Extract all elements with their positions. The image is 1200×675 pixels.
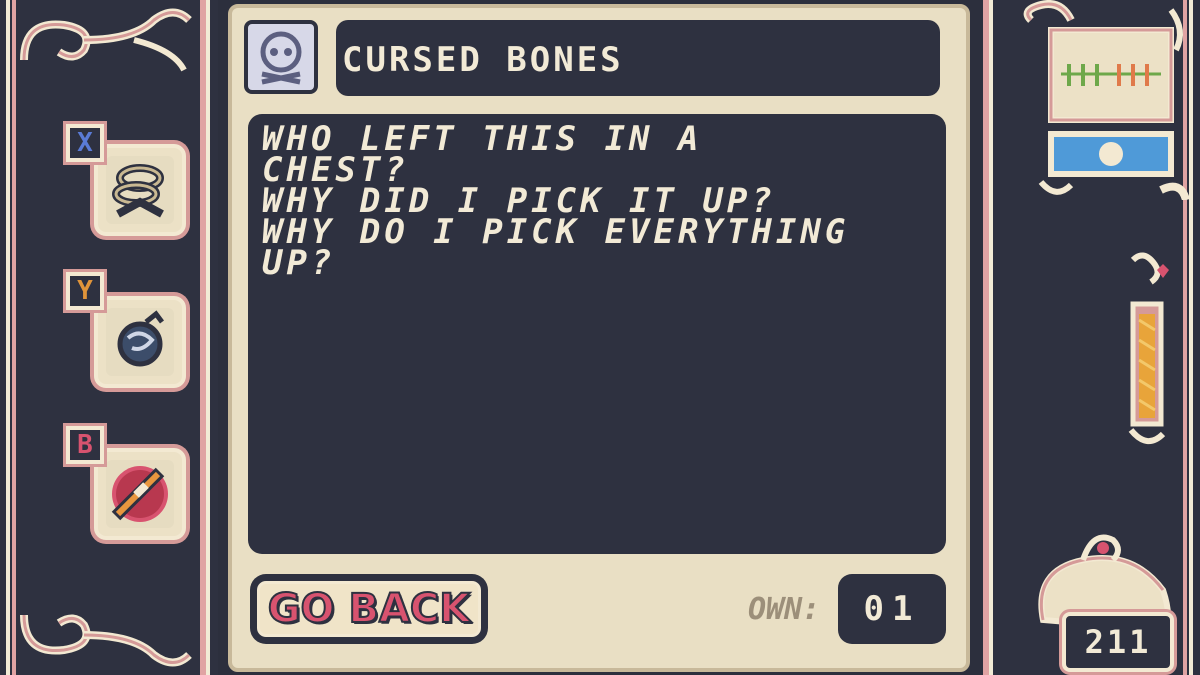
- item-icon-box: [244, 20, 318, 94]
- own-label: OWN:: [748, 592, 821, 627]
- slot-frame: [106, 156, 174, 224]
- slot-frame: [106, 460, 174, 528]
- bomb-icon: [117, 310, 164, 367]
- gold-amount: 211: [1084, 623, 1152, 661]
- item-slot-y[interactable]: [94, 296, 186, 388]
- key-x-badge: X: [66, 124, 104, 162]
- item-slot-b[interactable]: [94, 448, 186, 540]
- key-y-label: Y: [77, 276, 93, 306]
- swirl-ornament-icon: [20, 8, 192, 72]
- go-back-button[interactable]: GO BACK: [250, 574, 488, 644]
- map-scroll-icon: [1023, 0, 1190, 200]
- item-slot-x[interactable]: [94, 144, 186, 236]
- own-count: 01: [863, 589, 921, 629]
- right-panel: [983, 0, 1200, 675]
- description-line: UP?: [262, 243, 336, 283]
- left-rail-outer-inner: [6, 0, 10, 675]
- slot-frame: [106, 308, 174, 376]
- item-description: WHO LEFT THIS IN A CHEST? WHY DID I PICK…: [262, 122, 942, 283]
- fire-weapon-icon: [111, 466, 168, 522]
- left-panel: X Y B: [0, 0, 218, 675]
- health-gauge-icon: [1128, 252, 1169, 444]
- description-line: WHY DO I PICK EVERYTHING: [262, 212, 850, 252]
- key-x-label: X: [77, 128, 93, 158]
- key-b-badge: B: [66, 426, 104, 464]
- skull-icon: [260, 31, 302, 85]
- key-y-badge: Y: [66, 272, 104, 310]
- go-back-label: GO BACK: [267, 585, 472, 633]
- own-count-box: 01: [838, 574, 946, 644]
- swirl-ornament-icon: [20, 614, 192, 667]
- right-rail-inner: [989, 0, 993, 675]
- rope-icon: [112, 164, 164, 218]
- gold-counter: 211: [1062, 612, 1174, 672]
- left-rail-outer: [12, 0, 16, 675]
- item-name: CURSED BONES: [342, 40, 624, 80]
- key-b-label: B: [77, 430, 93, 460]
- left-rail-inner: [206, 0, 210, 675]
- go-back-button-face: GO BACK: [254, 578, 484, 640]
